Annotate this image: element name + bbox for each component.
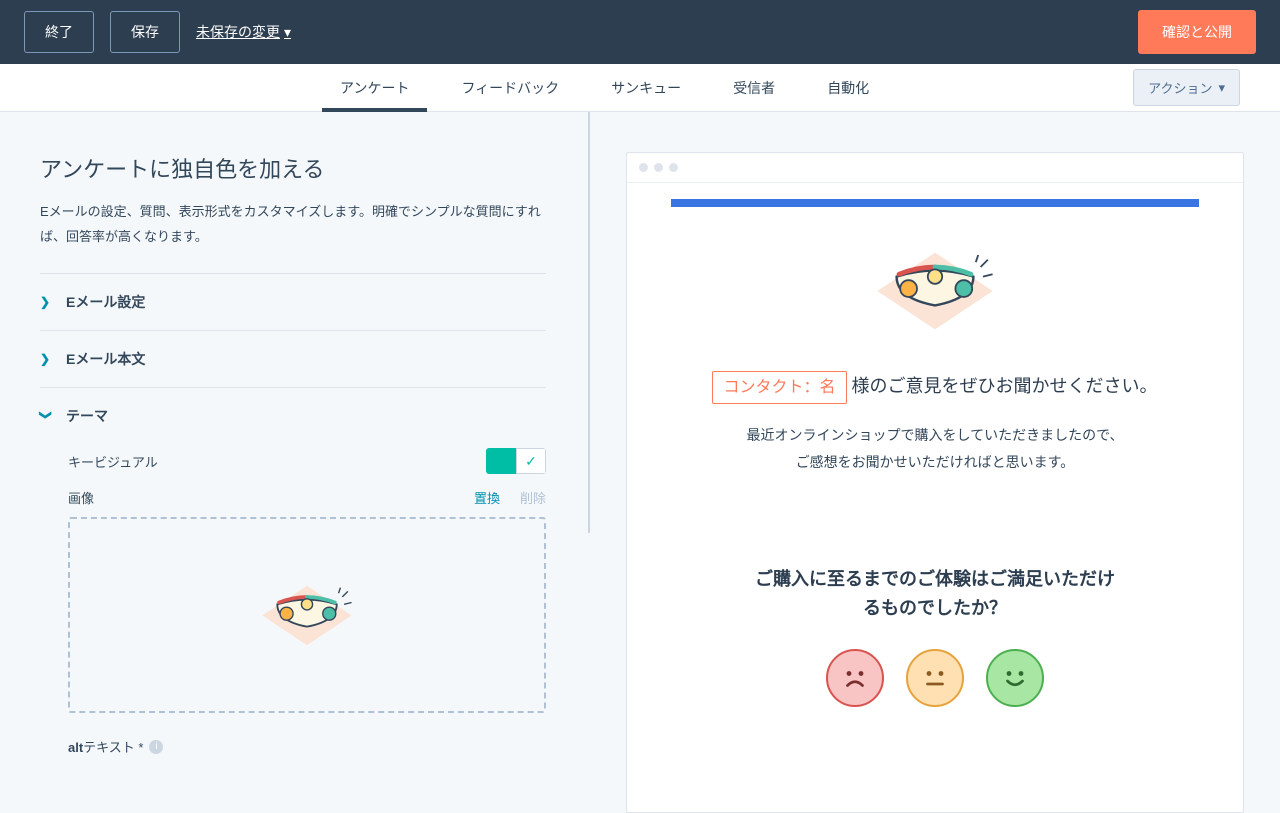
delete-image-link[interactable]: 削除 <box>520 488 546 507</box>
neutral-face-icon <box>917 660 953 696</box>
key-visual-label: キービジュアル <box>68 452 158 471</box>
accordion-email-body[interactable]: ❯ Eメール本文 <box>40 330 546 387</box>
tab-survey[interactable]: アンケート <box>340 64 409 112</box>
tab-thankyou[interactable]: サンキュー <box>611 64 681 112</box>
unsaved-changes-dropdown[interactable]: 未保存の変更 ▾ <box>196 22 291 42</box>
survey-question: ご購入に至るまでのご体験はご満足いただけるものでしたか？ <box>755 565 1115 623</box>
preview-panel: コンタクト：名 様のご意見をぜひお聞かせください。 最近オンラインショップで購入… <box>590 112 1280 813</box>
smile-icon <box>997 660 1033 696</box>
actions-dropdown[interactable]: アクション ▾ <box>1133 69 1240 106</box>
greeting-suffix: 様のご意見をぜひお聞かせください。 <box>847 376 1158 396</box>
check-icon: ✓ <box>525 453 537 470</box>
image-preview-well[interactable] <box>68 517 546 713</box>
caret-down-icon: ▾ <box>284 24 291 41</box>
page-subtitle: Eメールの設定、質問、表示形式をカスタマイズします。明確でシンプルな質問にすれば… <box>40 200 546 249</box>
exit-button[interactable]: 終了 <box>24 11 94 53</box>
contact-name-token[interactable]: コンタクト：名 <box>712 371 846 404</box>
caret-down-icon: ▾ <box>1218 80 1225 96</box>
email-body-text: 最近オンラインショップで購入をしていただきましたので、ご感想をお聞かせいただけれ… <box>745 422 1125 475</box>
chevron-right-icon: ❯ <box>40 295 52 309</box>
accordion-email-settings[interactable]: ❯ Eメール設定 <box>40 273 546 330</box>
unsaved-changes-label: 未保存の変更 <box>196 22 280 42</box>
accordion-theme[interactable]: ❯ テーマ キービジュアル ✓ 画像 置換 削除 <box>40 387 546 780</box>
publish-button[interactable]: 確認と公開 <box>1138 10 1256 54</box>
tab-feedback[interactable]: フィードバック <box>461 64 559 112</box>
survey-illustration-icon <box>850 231 1020 351</box>
frown-icon <box>837 660 873 696</box>
hero-accent-bar <box>671 199 1199 207</box>
accordion-label: Eメール設定 <box>66 292 145 312</box>
face-unhappy-button[interactable] <box>826 649 884 707</box>
settings-panel: アンケートに独自色を加える Eメールの設定、質問、表示形式をカスタマイズします。… <box>0 112 590 813</box>
page-title: アンケートに独自色を加える <box>40 152 546 184</box>
save-button[interactable]: 保存 <box>110 11 180 53</box>
survey-illustration-icon <box>242 568 372 663</box>
window-dot-icon <box>669 163 678 172</box>
accordion-label: テーマ <box>66 406 108 426</box>
rating-faces <box>671 649 1199 707</box>
chevron-right-icon: ❯ <box>40 352 52 366</box>
replace-image-link[interactable]: 置換 <box>474 488 500 507</box>
window-dot-icon <box>639 163 648 172</box>
greeting-line: コンタクト：名 様のご意見をぜひお聞かせください。 <box>671 371 1199 404</box>
face-happy-button[interactable] <box>986 649 1044 707</box>
window-dot-icon <box>654 163 663 172</box>
key-visual-toggle[interactable]: ✓ <box>486 448 546 474</box>
tabs-row: アンケート フィードバック サンキュー 受信者 自動化 アクション ▾ <box>0 64 1280 112</box>
alt-text-label: altテキスト * <box>68 737 143 756</box>
chevron-down-icon: ❯ <box>39 410 53 422</box>
email-preview-frame: コンタクト：名 様のご意見をぜひお聞かせください。 最近オンラインショップで購入… <box>626 152 1244 813</box>
top-bar: 終了 保存 未保存の変更 ▾ 確認と公開 <box>0 0 1280 64</box>
image-label: 画像 <box>68 488 94 507</box>
preview-titlebar <box>627 153 1243 183</box>
theme-section-body: キービジュアル ✓ 画像 置換 削除 <box>40 426 546 756</box>
tab-automation[interactable]: 自動化 <box>827 64 869 112</box>
face-neutral-button[interactable] <box>906 649 964 707</box>
accordion-label: Eメール本文 <box>66 349 145 369</box>
actions-label: アクション <box>1148 78 1212 97</box>
info-icon[interactable]: i <box>149 740 163 754</box>
tab-recipients[interactable]: 受信者 <box>733 64 775 112</box>
